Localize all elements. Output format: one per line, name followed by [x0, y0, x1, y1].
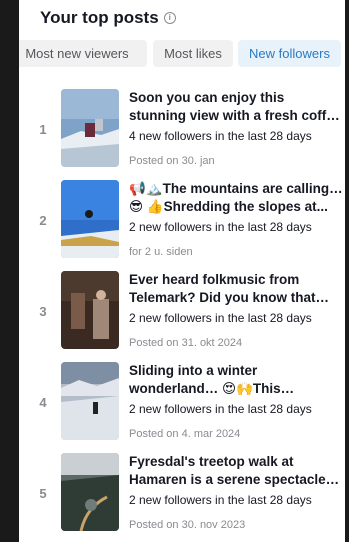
post-followers: 4 new followers in the last 28 days	[129, 129, 312, 143]
post-info: 📢🏔️The mountains are calling… 😎 👍Shreddi…	[129, 180, 343, 258]
post-row[interactable]: 2 📢🏔️The mountains are calling… 😎 👍Shred…	[19, 175, 345, 266]
post-row[interactable]: 1 Soon you can enjoy this stunning view …	[19, 84, 345, 175]
post-caption[interactable]: Fyresdal's treetop walk at Hamaren is a …	[129, 453, 343, 489]
post-followers: 2 new followers in the last 28 days	[129, 493, 312, 507]
post-date: Posted on 4. mar 2024	[129, 428, 241, 440]
post-followers: 2 new followers in the last 28 days	[129, 220, 312, 234]
post-info: Sliding into a winter wonderland… 😍🙌This…	[129, 362, 343, 440]
post-thumbnail[interactable]	[61, 271, 119, 349]
post-caption[interactable]: Ever heard folkmusic from Telemark? Did …	[129, 271, 343, 307]
tab-most-likes[interactable]: Most likes	[153, 40, 233, 67]
post-followers: 2 new followers in the last 28 days	[129, 311, 312, 325]
post-rank: 3	[39, 304, 47, 319]
post-date: Posted on 30. nov 2023	[129, 519, 246, 531]
section-header: Your top posts i	[40, 8, 176, 28]
section-title: Your top posts	[40, 8, 159, 27]
post-followers: 2 new followers in the last 28 days	[129, 402, 312, 416]
post-thumbnail[interactable]	[61, 362, 119, 440]
top-posts-panel: Your top posts i Most new viewers Most l…	[19, 0, 345, 542]
tab-most-new-viewers[interactable]: Most new viewers	[19, 40, 147, 67]
post-thumbnail[interactable]	[61, 89, 119, 167]
post-rank: 2	[39, 213, 47, 228]
tab-new-followers[interactable]: New followers	[238, 40, 341, 67]
post-row[interactable]: 5 Fyresdal's treetop walk at Hamaren is …	[19, 448, 345, 539]
post-caption[interactable]: 📢🏔️The mountains are calling… 😎 👍Shreddi…	[129, 180, 343, 216]
post-list: 1 Soon you can enjoy this stunning view …	[19, 84, 345, 539]
post-rank: 1	[39, 122, 47, 137]
post-caption[interactable]: Soon you can enjoy this stunning view wi…	[129, 89, 343, 125]
tab-bar: Most new viewers Most likes New follower…	[19, 40, 345, 68]
post-row[interactable]: 3 Ever heard folkmusic from Telemark? Di…	[19, 266, 345, 357]
post-rank: 4	[39, 395, 47, 410]
post-date: for 2 u. siden	[129, 246, 193, 258]
post-thumbnail[interactable]	[61, 180, 119, 258]
post-caption[interactable]: Sliding into a winter wonderland… 😍🙌This…	[129, 362, 343, 398]
post-info: Ever heard folkmusic from Telemark? Did …	[129, 271, 343, 349]
post-info: Soon you can enjoy this stunning view wi…	[129, 89, 343, 167]
post-thumbnail[interactable]	[61, 453, 119, 531]
post-info: Fyresdal's treetop walk at Hamaren is a …	[129, 453, 343, 531]
post-rank: 5	[39, 486, 47, 501]
post-date: Posted on 31. okt 2024	[129, 337, 243, 349]
info-icon[interactable]: i	[163, 12, 176, 24]
post-date: Posted on 30. jan	[129, 155, 215, 167]
post-row[interactable]: 4 Sliding into a winter wonderland… 😍🙌Th…	[19, 357, 345, 448]
